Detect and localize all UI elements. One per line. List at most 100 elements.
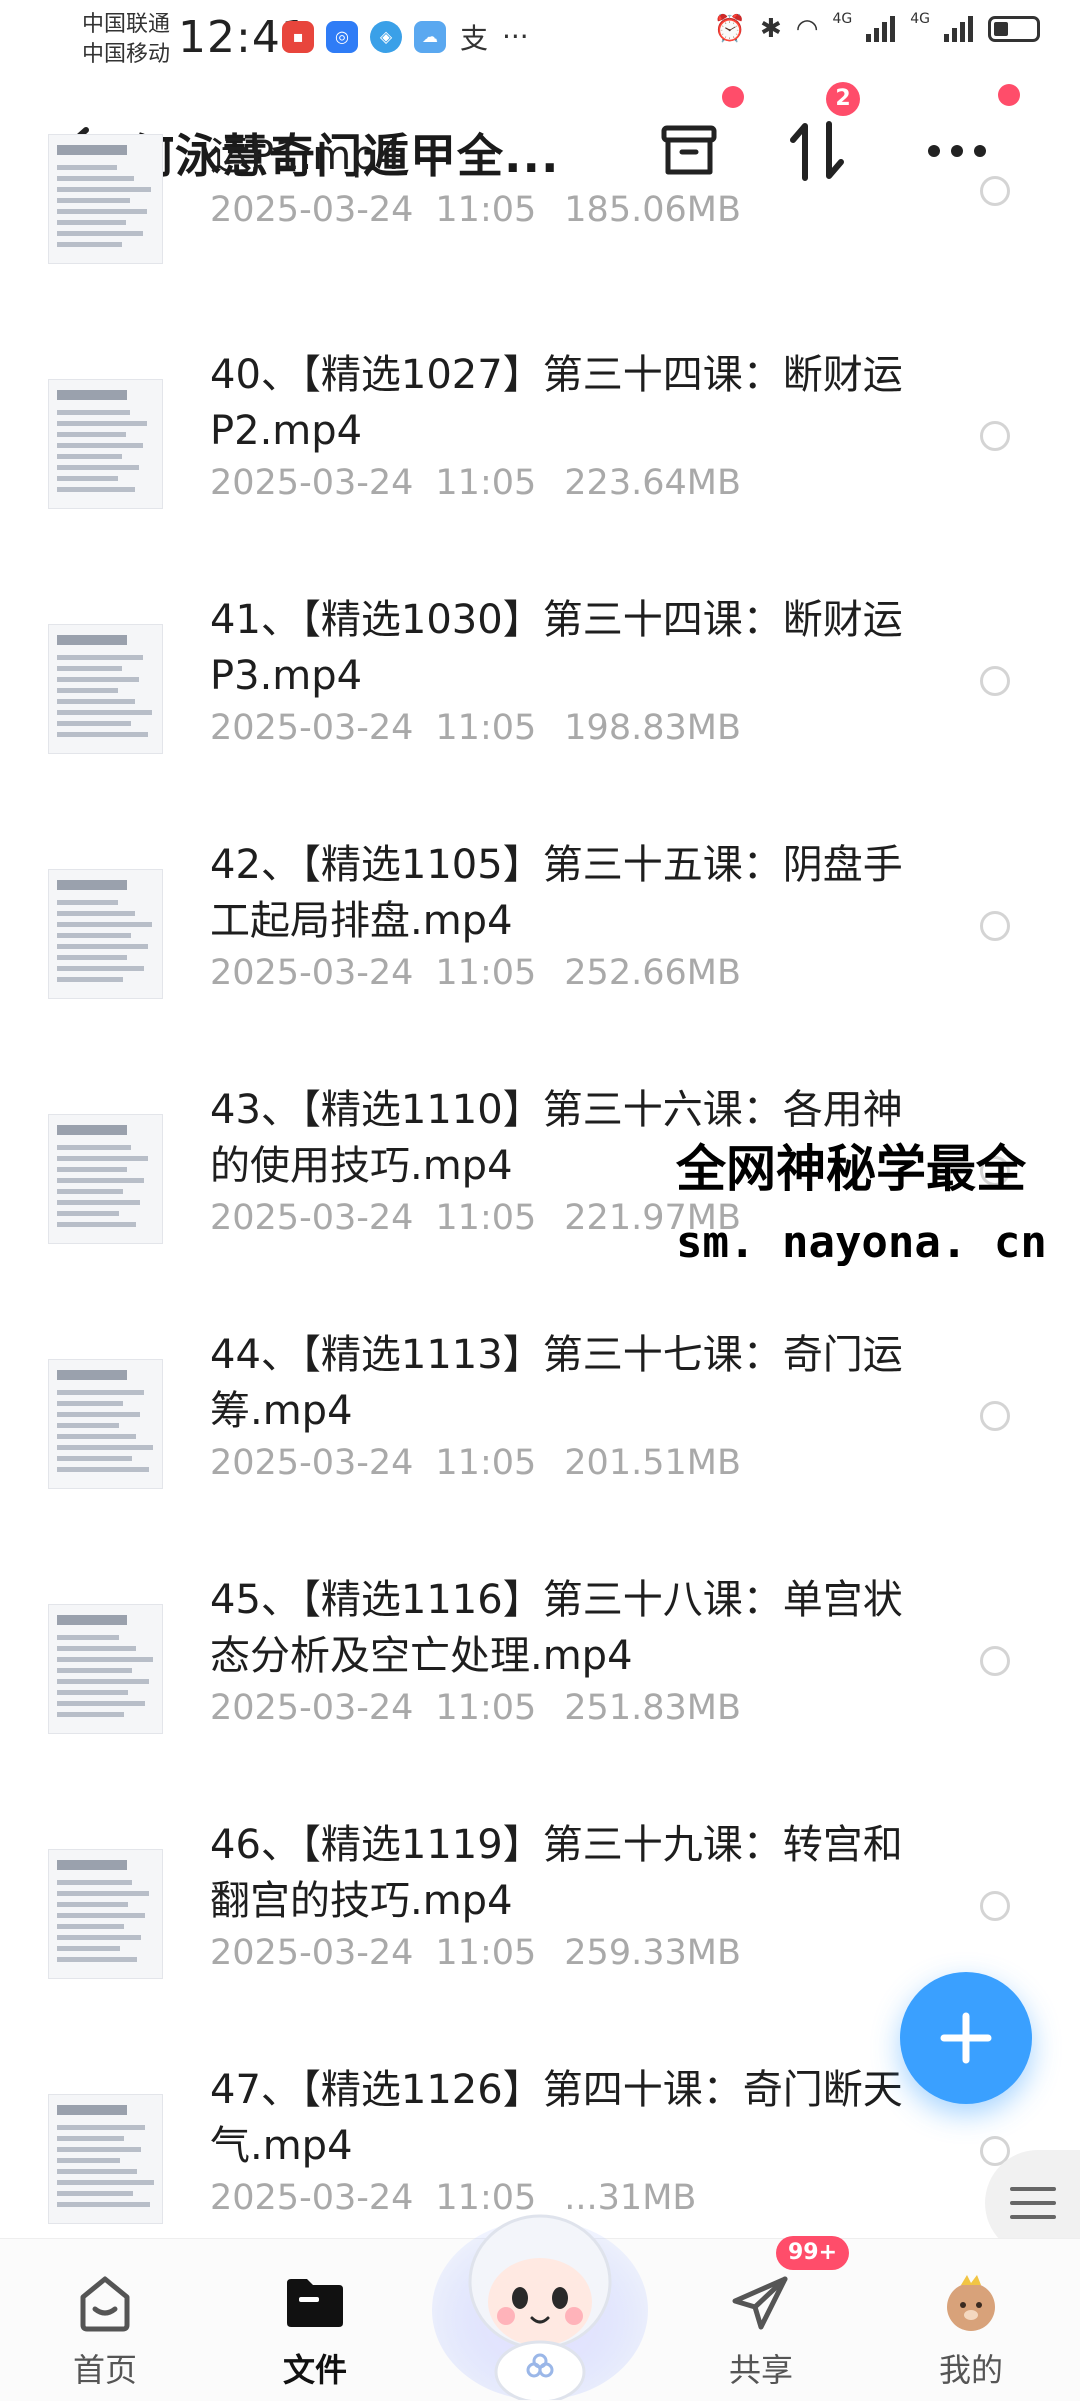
file-meta: 2025-03-24 11:05 259.33MB	[210, 1933, 741, 1973]
menu-lines-icon	[1009, 2187, 1056, 2219]
video-thumbnail	[48, 624, 163, 754]
file-time: 11:05	[435, 1198, 537, 1238]
signal-icon-1	[866, 16, 896, 42]
nav-me[interactable]: 我的	[896, 2253, 1046, 2393]
watermark: 全网神秘学最全 sm. nayona. cn	[676, 1132, 1047, 1280]
file-name: 44、【精选1113】第三十七课：奇门运筹.mp4	[210, 1332, 903, 1434]
nav-files-label: 文件	[282, 2351, 347, 2389]
plus-icon	[940, 2012, 992, 2064]
file-meta: 2025-03-24 11:05 251.83MB	[210, 1688, 741, 1728]
file-time: 11:05	[435, 1443, 537, 1483]
blue-app-icon: ◎	[326, 20, 358, 53]
select-checkbox[interactable]	[980, 911, 1010, 941]
file-name: 47、【精选1126】第四十课：奇门断天气.mp4	[210, 2067, 903, 2169]
video-thumbnail	[48, 1114, 163, 1244]
system-status: ⏰ ✱ ◠ 4G 4G	[713, 11, 1040, 44]
share-plane-icon	[732, 2276, 788, 2330]
bluetooth-icon: ✱	[759, 14, 782, 44]
file-name: 46、【精选1119】第三十九课：转宫和翻宫的技巧.mp4	[210, 1822, 903, 1924]
file-time: 11:05	[435, 1933, 537, 1973]
alipay-icon: 支	[459, 21, 488, 55]
signal-icon-2	[944, 16, 973, 42]
video-thumbnail	[48, 379, 163, 509]
nav-home[interactable]: 首页	[30, 2253, 180, 2393]
alarm-icon: ⏰	[713, 14, 746, 44]
file-time: 11:05	[435, 708, 537, 748]
select-checkbox[interactable]	[980, 666, 1010, 696]
folder-icon	[287, 2279, 343, 2327]
share-badge: 99+	[776, 2236, 850, 2270]
file-meta: 2025-03-24 11:05 221.97MB	[210, 1198, 741, 1238]
file-date: 2025-03-24	[210, 1198, 414, 1238]
file-meta: 2025-03-24 11:05 201.51MB	[210, 1443, 741, 1483]
file-meta: 2025-03-24 11:05 185.06MB	[210, 190, 741, 230]
profile-avatar-icon	[947, 2275, 995, 2331]
nav-files[interactable]: 文件	[240, 2253, 390, 2393]
file-name: 运P1.mp4	[210, 133, 403, 179]
file-time: 11:05	[435, 463, 537, 503]
file-date: 2025-03-24	[210, 463, 414, 503]
battery-level	[994, 22, 1008, 36]
file-row[interactable]: 41、【精选1030】第三十四课：断财运P3.mp4 2025-03-24 11:0…	[0, 568, 1080, 813]
file-name: 41、【精选1030】第三十四课：断财运P3.mp4	[210, 597, 903, 699]
file-date: 2025-03-24	[210, 1933, 414, 1973]
add-button[interactable]	[900, 1972, 1032, 2104]
nav-me-label: 我的	[938, 2351, 1003, 2389]
nav-home-label: 首页	[72, 2351, 137, 2389]
file-row[interactable]: 44、【精选1113】第三十七课：奇门运筹.mp4 2025-03-24 11:05…	[0, 1303, 1080, 1548]
wifi-icon: ◠	[795, 14, 819, 44]
carrier-1: 中国联通	[82, 12, 171, 37]
video-thumbnail	[48, 1604, 163, 1734]
file-meta: 2025-03-24 11:05 252.66MB	[210, 953, 741, 993]
file-time: 11:05	[435, 1688, 537, 1728]
file-date: 2025-03-24	[210, 708, 414, 748]
select-checkbox[interactable]	[980, 1646, 1010, 1676]
file-name: 45、【精选1116】第三十八课：单宫状态分析及空亡处理.mp4	[210, 1577, 903, 1679]
huawei-icon: ▪	[282, 20, 314, 53]
nav-share[interactable]: 共享	[686, 2253, 836, 2393]
battery-icon	[988, 16, 1040, 42]
file-row[interactable]: 运P1.mp4 2025-03-24 11:05 185.06MB	[0, 78, 1080, 323]
network-type-2: 4G	[910, 11, 930, 27]
file-date: 2025-03-24	[210, 1443, 414, 1483]
select-checkbox[interactable]	[980, 176, 1010, 206]
file-row[interactable]: 42、【精选1105】第三十五课：阴盘手工起局排盘.mp4 2025-03-24 1…	[0, 813, 1080, 1058]
select-checkbox[interactable]	[980, 421, 1010, 451]
file-date: 2025-03-24	[210, 1688, 414, 1728]
video-thumbnail	[48, 869, 163, 999]
video-thumbnail	[48, 2094, 163, 2224]
file-name: 40、【精选1027】第三十四课：断财运P2.mp4	[210, 352, 903, 454]
browser-icon: ◈	[370, 20, 402, 53]
carrier-2: 中国移动	[82, 42, 171, 67]
video-thumbnail	[48, 134, 163, 264]
file-date: 2025-03-24	[210, 2178, 414, 2218]
file-size: 223.64MB	[564, 463, 741, 503]
carrier-info: 中国联通 中国移动	[82, 10, 170, 70]
file-meta: 2025-03-24 11:05 223.64MB	[210, 463, 741, 503]
file-name: 42、【精选1105】第三十五课：阴盘手工起局排盘.mp4	[210, 842, 903, 944]
video-thumbnail	[48, 1359, 163, 1489]
file-size: 185.06MB	[564, 190, 741, 230]
video-thumbnail	[48, 1849, 163, 1979]
file-row[interactable]: 40、【精选1027】第三十四课：断财运P2.mp4 2025-03-24 11:0…	[0, 323, 1080, 568]
file-meta: 2025-03-24 11:05 198.83MB	[210, 708, 741, 748]
nav-share-label: 共享	[728, 2351, 793, 2389]
file-date: 2025-03-24	[210, 190, 414, 230]
more-notifications: ···	[502, 20, 529, 53]
watermark-line-1: 全网神秘学最全	[676, 1140, 1026, 1198]
file-size: 201.51MB	[564, 1443, 741, 1483]
file-date: 2025-03-24	[210, 953, 414, 993]
file-size: 251.83MB	[564, 1688, 741, 1728]
weather-icon: ☁	[414, 20, 446, 53]
select-checkbox[interactable]	[980, 1891, 1010, 1921]
file-time: 11:05	[435, 190, 537, 230]
file-time: 11:05	[435, 953, 537, 993]
mascot-assistant-icon[interactable]	[428, 2190, 652, 2400]
watermark-line-2: sm. nayona. cn	[676, 1217, 1047, 1268]
file-row[interactable]: 45、【精选1116】第三十八课：单宫状态分析及空亡处理.mp4 2025-03-…	[0, 1548, 1080, 1793]
home-icon	[80, 2276, 130, 2332]
file-size: 198.83MB	[564, 708, 741, 748]
select-checkbox[interactable]	[980, 1401, 1010, 1431]
network-type-1: 4G	[832, 11, 853, 27]
notification-icons: ▪ ◎ ◈ ☁ 支 ···	[282, 20, 529, 55]
